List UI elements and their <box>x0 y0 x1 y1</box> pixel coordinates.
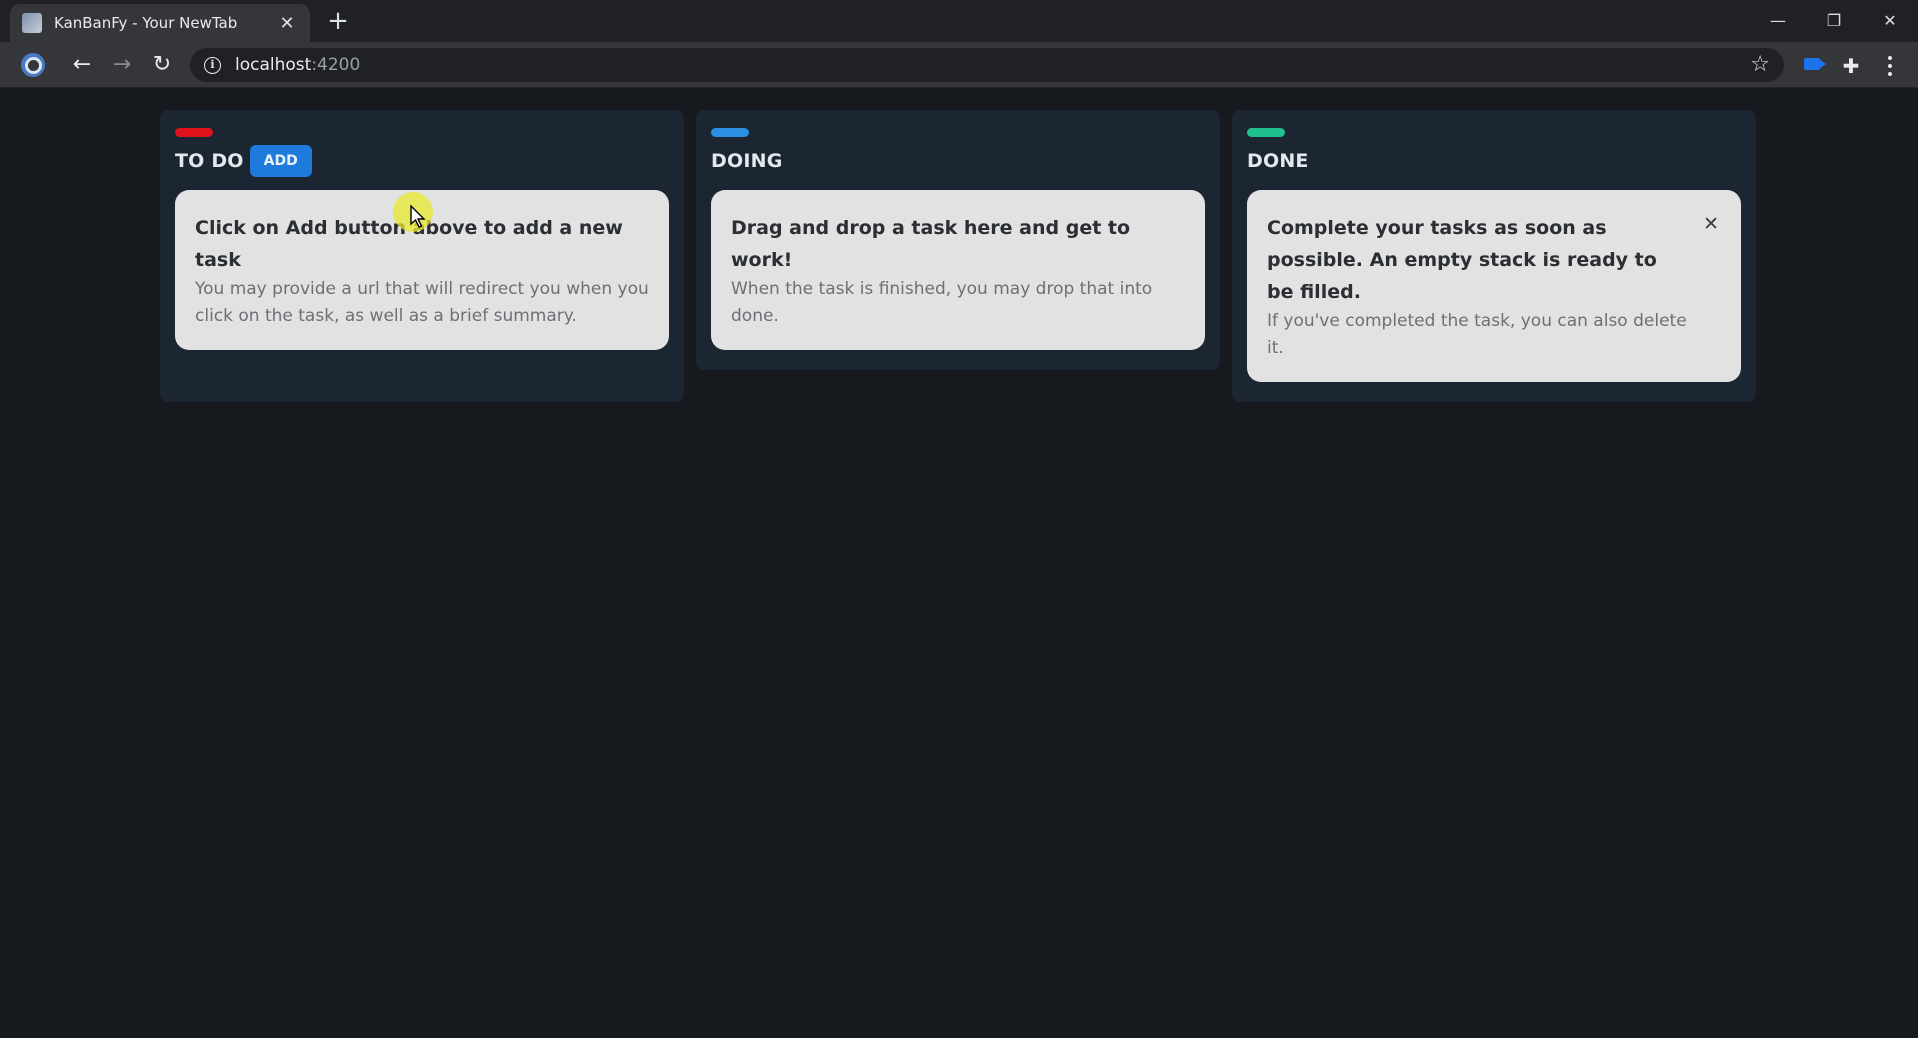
tab-title: KanBanFy - Your NewTab <box>54 14 238 32</box>
column-color-bar <box>175 128 213 137</box>
browser-tab[interactable]: KanBanFy - Your NewTab ✕ <box>10 4 310 42</box>
favicon-icon <box>22 13 42 33</box>
add-task-button[interactable]: ADD <box>249 145 312 177</box>
task-description: When the task is finished, you may drop … <box>731 279 1153 326</box>
column-color-bar <box>1247 128 1285 137</box>
task-card[interactable]: Drag and drop a task here and get to wor… <box>711 190 1205 350</box>
column-color-bar <box>711 128 749 137</box>
reload-icon[interactable]: ↻ <box>148 52 176 80</box>
tab-close-icon[interactable]: ✕ <box>276 13 298 34</box>
kanban-board: TO DO ADD Click on Add button above to a… <box>160 110 1756 402</box>
task-description: You may provide a url that will redirect… <box>195 279 649 326</box>
extensions-puzzle-icon[interactable]: ✚ <box>1838 53 1864 79</box>
minimize-button[interactable]: — <box>1758 6 1798 36</box>
url-host: localhost <box>235 55 312 75</box>
browser-toolbar: ← → ↻ i localhost:4200 ☆ ✚ <box>0 42 1918 88</box>
site-info-icon[interactable]: i <box>204 56 221 74</box>
url-port: :4200 <box>311 55 361 75</box>
back-icon[interactable]: ← <box>68 52 96 80</box>
camera-icon[interactable] <box>1804 58 1826 70</box>
column-title: TO DO <box>175 150 244 172</box>
column-title: DONE <box>1247 150 1309 172</box>
task-card[interactable]: Complete your tasks as soon as possible.… <box>1247 190 1741 382</box>
task-description: If you've completed the task, you can al… <box>1267 311 1687 358</box>
column-todo: TO DO ADD Click on Add button above to a… <box>160 110 684 402</box>
task-title: Drag and drop a task here and get to wor… <box>731 217 1131 271</box>
extension-hexagon-icon[interactable] <box>21 53 45 77</box>
browser-menu-icon[interactable] <box>1887 56 1893 76</box>
delete-task-icon[interactable]: ✕ <box>1703 214 1719 234</box>
task-title: Complete your tasks as soon as possible.… <box>1267 217 1657 303</box>
close-window-button[interactable]: ✕ <box>1870 6 1910 36</box>
bookmark-star-icon[interactable]: ☆ <box>1750 52 1770 77</box>
new-tab-button[interactable]: + <box>325 8 351 34</box>
column-done: DONE Complete your tasks as soon as poss… <box>1232 110 1756 402</box>
browser-tab-strip: KanBanFy - Your NewTab ✕ + — ❐ ✕ <box>0 0 1918 42</box>
address-bar[interactable]: i localhost:4200 ☆ <box>190 48 1784 82</box>
column-doing: DOING Drag and drop a task here and get … <box>696 110 1220 370</box>
restore-button[interactable]: ❐ <box>1814 6 1854 36</box>
forward-icon[interactable]: → <box>108 52 136 80</box>
column-title: DOING <box>711 150 783 172</box>
